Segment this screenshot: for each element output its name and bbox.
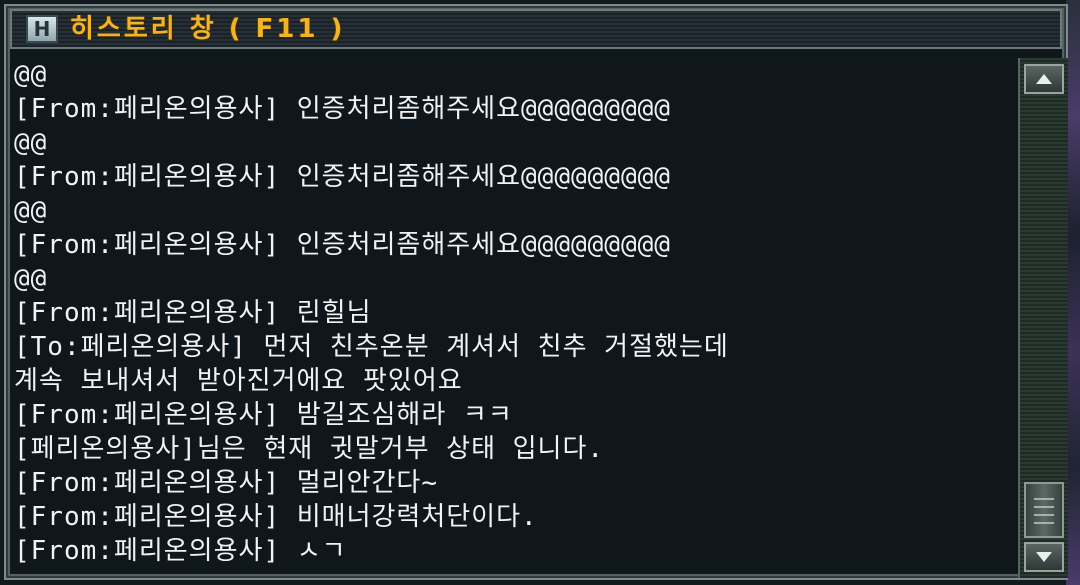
log-line: [페리온의용사]님은 현재 귓말거부 상태 입니다. [14, 434, 605, 464]
window-title: 히스토리 창 ( F11 ) [70, 14, 346, 44]
scroll-down-arrow-icon [1036, 552, 1052, 562]
chat-history-log[interactable]: @@ [From:페리온의용사] 인증처리좀해주세요@@@@@@@@@ @@ [… [14, 58, 1010, 578]
log-line: [From:페리온의용사] 린힐님 [14, 298, 372, 328]
log-line: @@ [14, 196, 48, 226]
log-line: 계속 보내셔서 받아진거에요 팟있어요 [14, 366, 463, 396]
scroll-up-arrow-icon [1036, 74, 1052, 84]
log-line: [From:페리온의용사] 인증처리좀해주세요@@@@@@@@@ [14, 230, 671, 260]
log-line: [From:페리온의용사] 밤길조심해라 ㅋㅋ [14, 400, 513, 430]
log-line: @@ [14, 128, 48, 158]
vertical-scrollbar[interactable] [1018, 58, 1068, 578]
log-line: [From:페리온의용사] 인증처리좀해주세요@@@@@@@@@ [14, 94, 671, 124]
log-line: [From:페리온의용사] 멀리안간다~ [14, 468, 439, 498]
log-line: [From:페리온의용사] 비매너강력처단이다. [14, 502, 538, 532]
scroll-up-button[interactable] [1024, 64, 1064, 94]
log-line: @@ [14, 264, 48, 294]
log-line: [From:페리온의용사] 인증처리좀해주세요@@@@@@@@@ [14, 162, 671, 192]
scroll-thumb[interactable] [1024, 482, 1064, 538]
history-window: H 히스토리 창 ( F11 ) @@ [From:페리온의용사] 인증처리좀해… [0, 0, 1080, 585]
scroll-down-button[interactable] [1024, 542, 1064, 572]
history-icon: H [26, 15, 58, 43]
game-backdrop [1066, 0, 1080, 585]
log-line: @@ [14, 60, 48, 90]
title-bar[interactable]: H 히스토리 창 ( F11 ) [10, 9, 1062, 49]
log-line: [To:페리온의용사] 먼저 친추온분 계셔서 친추 거절했는데 [14, 332, 729, 362]
log-line: [From:페리온의용사] ㅅㄱ [14, 536, 347, 566]
